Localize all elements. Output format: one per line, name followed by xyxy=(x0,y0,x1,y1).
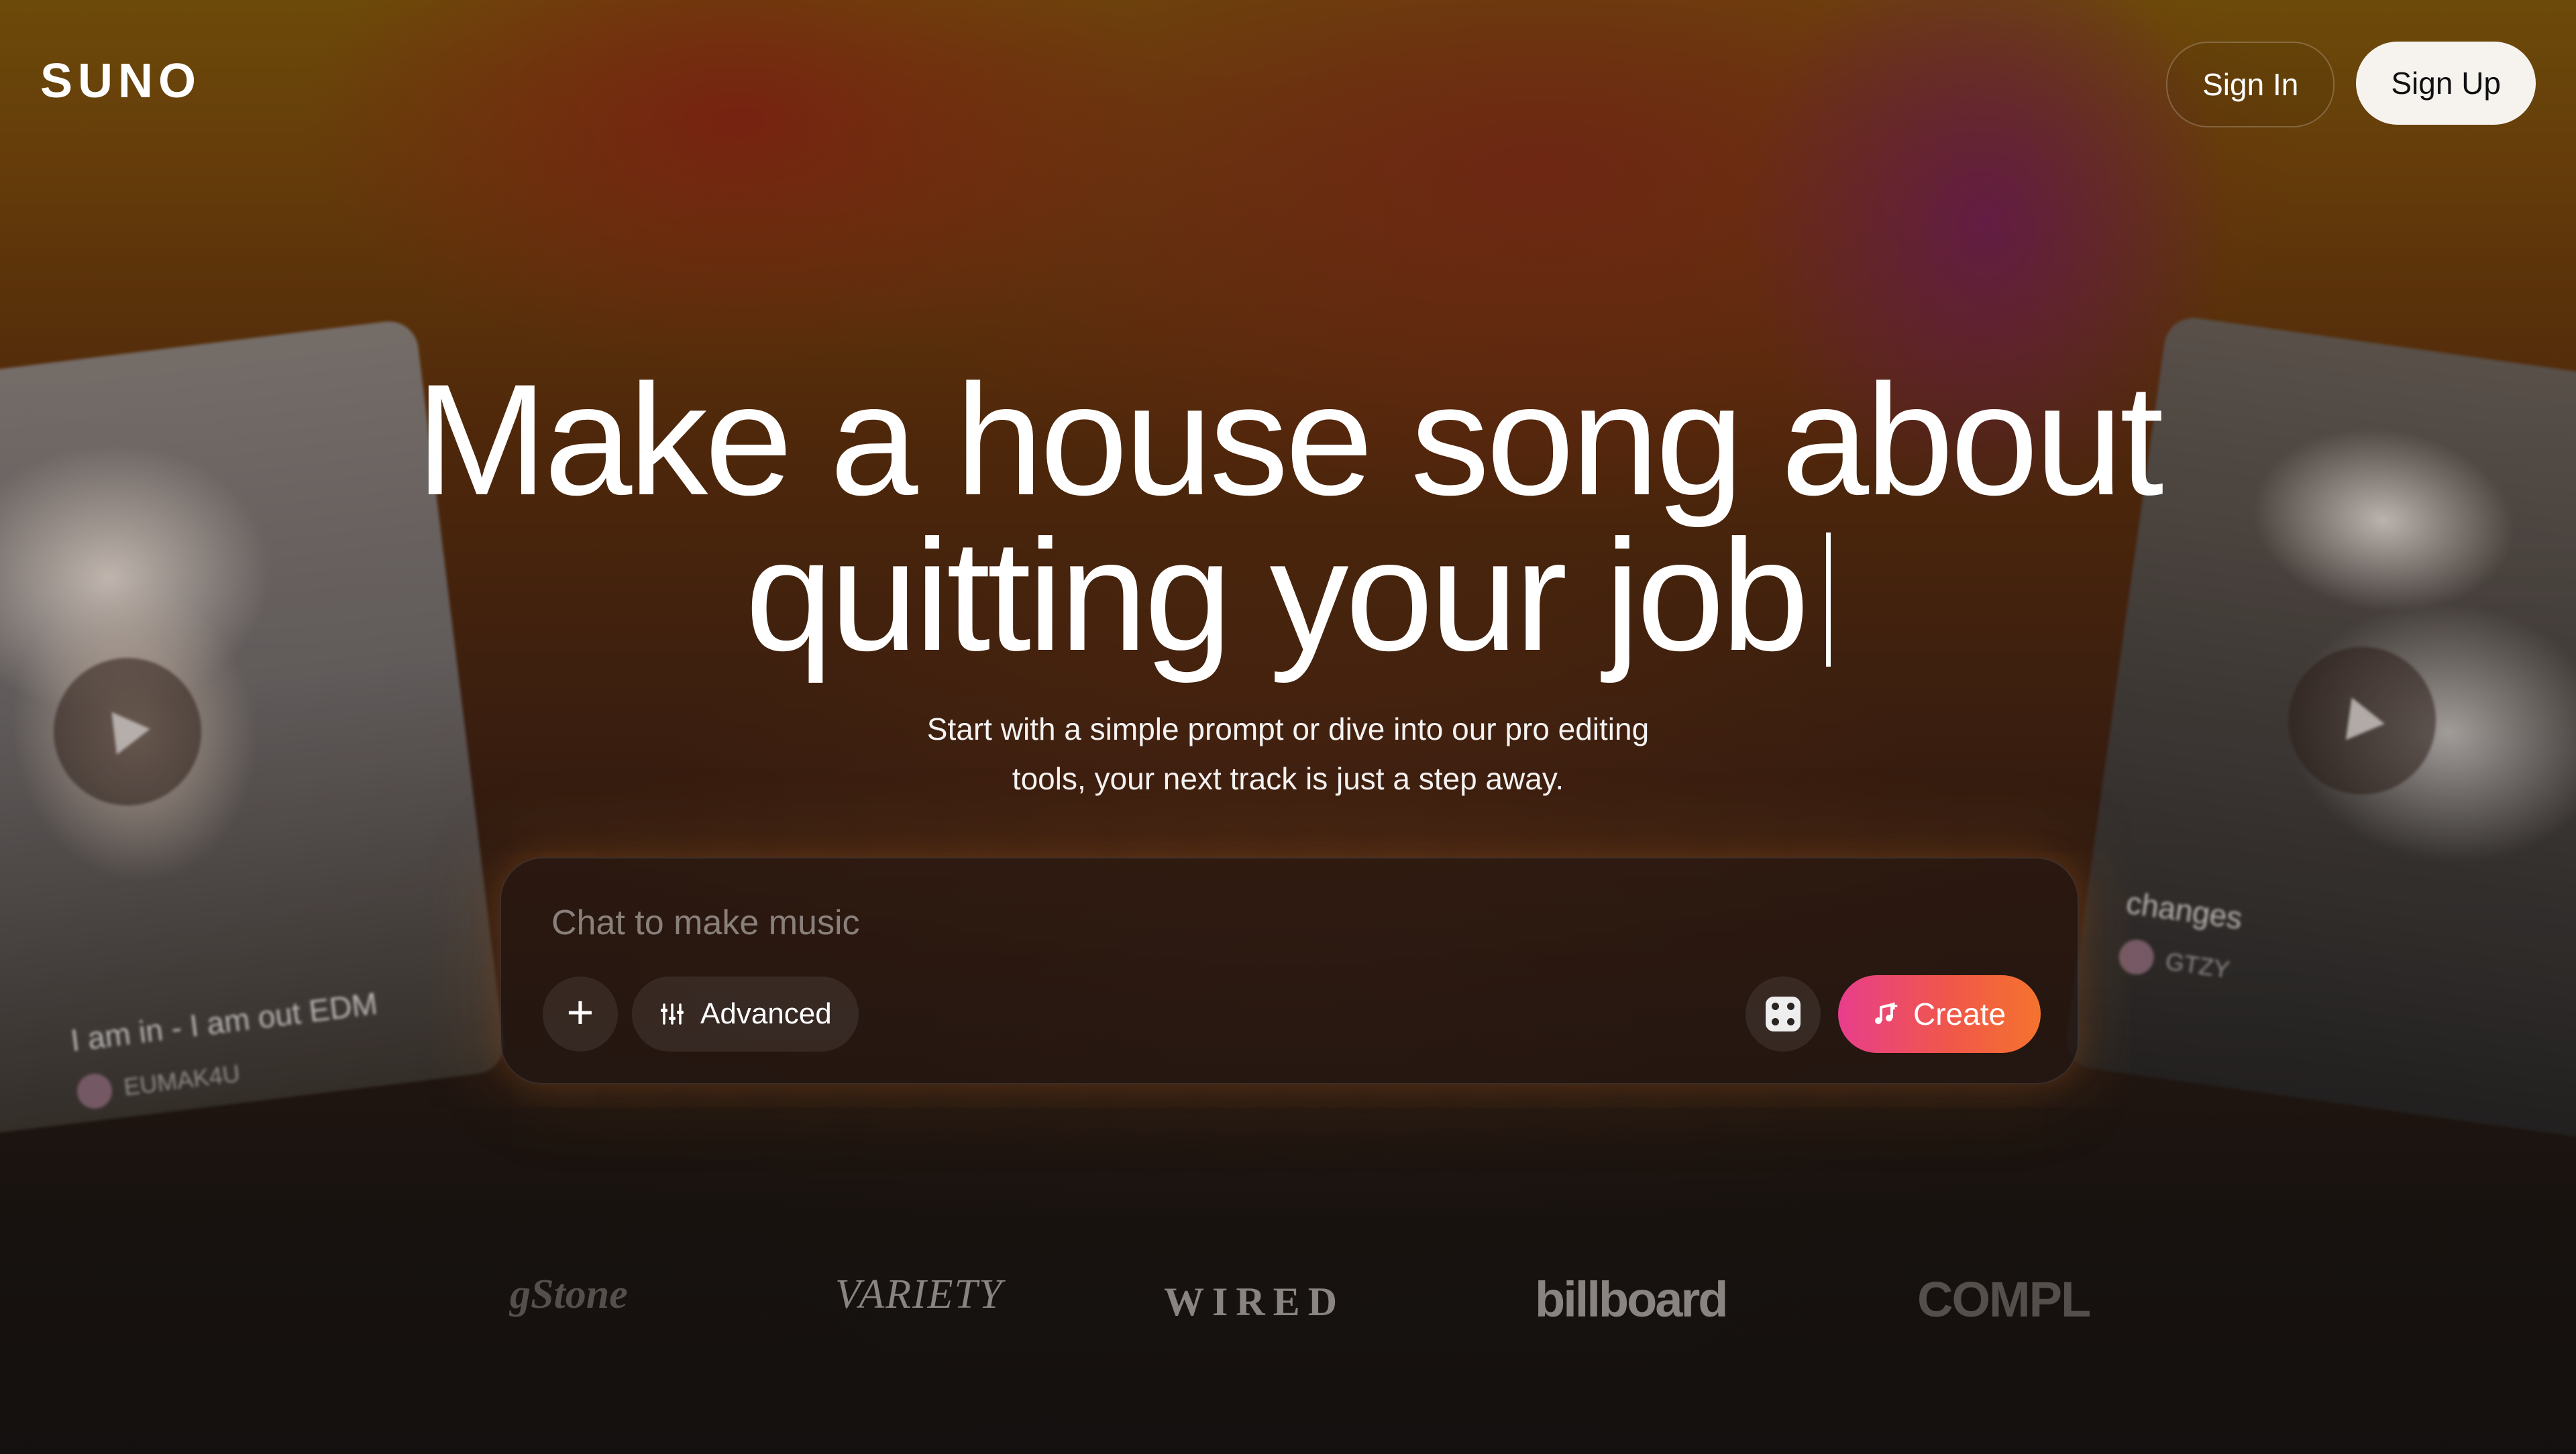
artist-avatar xyxy=(2116,937,2157,977)
prompt-box[interactable]: Chat to make music + Advanced Create xyxy=(500,857,2079,1084)
create-label: Create xyxy=(1913,997,2006,1031)
sliders-icon xyxy=(661,1003,684,1025)
music-note-icon xyxy=(1875,1002,1898,1024)
auth-buttons: Sign In Sign Up xyxy=(2166,42,2536,127)
hero-subtitle: Start with a simple prompt or dive into … xyxy=(885,704,1690,803)
song-title: I am in - I am out EDM xyxy=(68,985,380,1058)
wired-logo: WIRED xyxy=(1164,1280,1346,1324)
headline-line-1: Make a house song about xyxy=(415,351,2164,528)
artist-name: GTZY xyxy=(2163,947,2232,984)
sign-in-button[interactable]: Sign In xyxy=(2166,42,2335,127)
suno-logo[interactable]: SUNO xyxy=(40,54,201,109)
variety-logo: VARIETY xyxy=(835,1272,1004,1317)
complex-logo: COMPL xyxy=(1917,1272,2091,1327)
play-icon xyxy=(111,708,153,755)
headline-line-2-text: quitting your job xyxy=(745,507,1809,684)
advanced-label: Advanced xyxy=(700,997,832,1030)
create-button[interactable]: Create xyxy=(1838,975,2041,1053)
sign-up-button[interactable]: Sign Up xyxy=(2356,42,2536,125)
add-button[interactable]: + xyxy=(543,976,618,1052)
artist-avatar xyxy=(75,1072,114,1111)
press-logos: gStone VARIETY WIRED billboard COMPL xyxy=(0,1271,2576,1351)
play-icon xyxy=(2345,697,2388,745)
dice-icon xyxy=(1766,997,1801,1031)
subtitle-line-1: Start with a simple prompt or dive into … xyxy=(926,712,1650,746)
play-button[interactable] xyxy=(45,649,210,814)
hero-headline: Make a house song about quitting your jo… xyxy=(0,351,2576,675)
song-artist: EUMAK4U xyxy=(75,1056,242,1111)
song-artist: GTZY xyxy=(2116,937,2232,988)
artist-name: EUMAK4U xyxy=(122,1059,241,1101)
headline-line-2: quitting your job xyxy=(0,516,2576,675)
rolling-stone-logo: gStone xyxy=(510,1272,628,1317)
billboard-logo: billboard xyxy=(1535,1272,1728,1327)
song-title: changes xyxy=(2124,885,2245,936)
prompt-input[interactable]: Chat to make music xyxy=(551,903,860,943)
advanced-button[interactable]: Advanced xyxy=(632,976,859,1052)
subtitle-line-2: tools, your next track is just a step aw… xyxy=(1012,761,1564,796)
plus-icon: + xyxy=(566,986,594,1038)
random-prompt-button[interactable] xyxy=(1746,976,1821,1052)
typing-caret xyxy=(1826,533,1831,667)
